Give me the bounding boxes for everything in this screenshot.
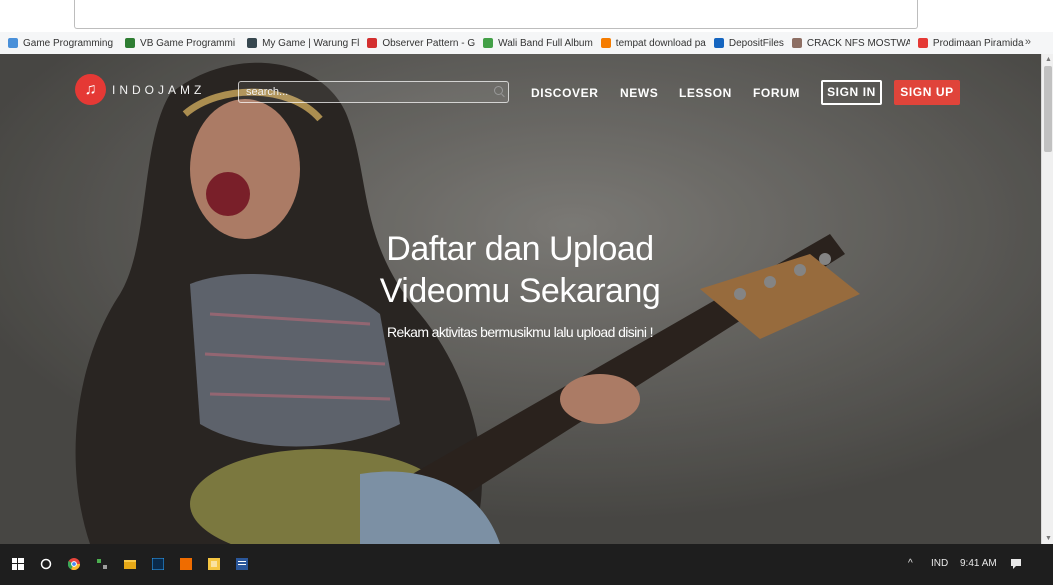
nav-lesson[interactable]: LESSON — [679, 86, 732, 100]
scroll-thumb[interactable] — [1044, 66, 1052, 152]
nav-forum[interactable]: FORUM — [753, 86, 800, 100]
sign-up-button[interactable]: SIGN UP — [894, 80, 960, 105]
bookmark-item[interactable]: CRACK NFS MOSTWA — [784, 38, 910, 49]
blogger-icon — [600, 38, 611, 48]
search-input[interactable] — [246, 84, 486, 100]
nav-discover[interactable]: DISCOVER — [531, 86, 598, 100]
bookmarks-overflow-button[interactable]: » — [1025, 36, 1031, 48]
notification-icon[interactable] — [1010, 558, 1022, 570]
calculator-icon[interactable] — [208, 558, 220, 570]
app-icon[interactable] — [96, 558, 108, 570]
chrome-icon[interactable] — [68, 558, 80, 570]
bookmark-item[interactable]: Game Programming — [0, 38, 113, 49]
cortana-icon[interactable] — [40, 558, 52, 570]
bookmark-item[interactable]: My Game | Warung Fl — [235, 38, 359, 49]
bookmark-item[interactable]: tempat download pa — [593, 38, 706, 49]
bookmark-item[interactable]: DepositFiles — [706, 38, 784, 49]
page-scrollbar[interactable]: ▲ ▼ — [1041, 54, 1053, 544]
windows-start-icon[interactable] — [12, 558, 24, 570]
hammer-icon — [791, 38, 802, 48]
language-indicator[interactable]: IND — [931, 558, 948, 569]
windows-taskbar: ^ IND 9:41 AM — [0, 544, 1053, 585]
file-explorer-icon[interactable] — [124, 558, 136, 570]
site-logo[interactable]: ♫ INDOJAMZ — [75, 74, 205, 105]
photoshop-icon[interactable] — [152, 558, 164, 570]
file-icon — [713, 38, 724, 48]
sign-in-button[interactable]: SIGN IN — [821, 80, 882, 105]
search-box[interactable] — [238, 81, 509, 103]
app-orange-icon[interactable] — [180, 558, 192, 570]
hero-subtitle: Rekam aktivitas bermusikmu lalu upload d… — [387, 324, 654, 340]
scroll-down-arrow-icon[interactable]: ▼ — [1045, 535, 1052, 542]
browser-top-strip — [0, 0, 1053, 32]
hero-title-line1: Daftar dan Upload — [386, 230, 654, 268]
search-icon[interactable] — [494, 86, 503, 95]
clock[interactable]: 9:41 AM — [960, 558, 997, 569]
game-icon — [125, 38, 136, 48]
music-note-icon: ♫ — [75, 74, 106, 105]
triangle-icon — [917, 38, 928, 48]
hero-title-line2: Videomu Sekarang — [379, 272, 661, 310]
word-icon[interactable] — [236, 558, 248, 570]
logo-text: INDOJAMZ — [112, 82, 206, 97]
ant-icon — [367, 38, 378, 48]
hero-title: Daftar dan Upload Videomu Sekarang — [320, 228, 720, 312]
tray-chevron-icon[interactable]: ^ — [908, 558, 913, 569]
bookmark-item[interactable]: Observer Pattern - G — [359, 38, 475, 49]
page-viewport: ♫ INDOJAMZ DISCOVER NEWS LESSON FORUM SI… — [0, 54, 1041, 544]
bookmark-item[interactable]: Wali Band Full Album — [475, 38, 593, 49]
people-icon — [483, 38, 494, 48]
image-icon — [247, 38, 258, 48]
nav-news[interactable]: NEWS — [620, 86, 658, 100]
address-bar[interactable] — [74, 0, 918, 29]
bookmarks-bar: Game Programming VB Game Programmi My Ga… — [0, 32, 1053, 55]
page-icon — [8, 38, 18, 48]
bookmark-item[interactable]: Prodimaan Piramida — [910, 38, 1024, 49]
bookmark-item[interactable]: VB Game Programmi — [113, 38, 235, 49]
scroll-up-arrow-icon[interactable]: ▲ — [1045, 56, 1052, 63]
